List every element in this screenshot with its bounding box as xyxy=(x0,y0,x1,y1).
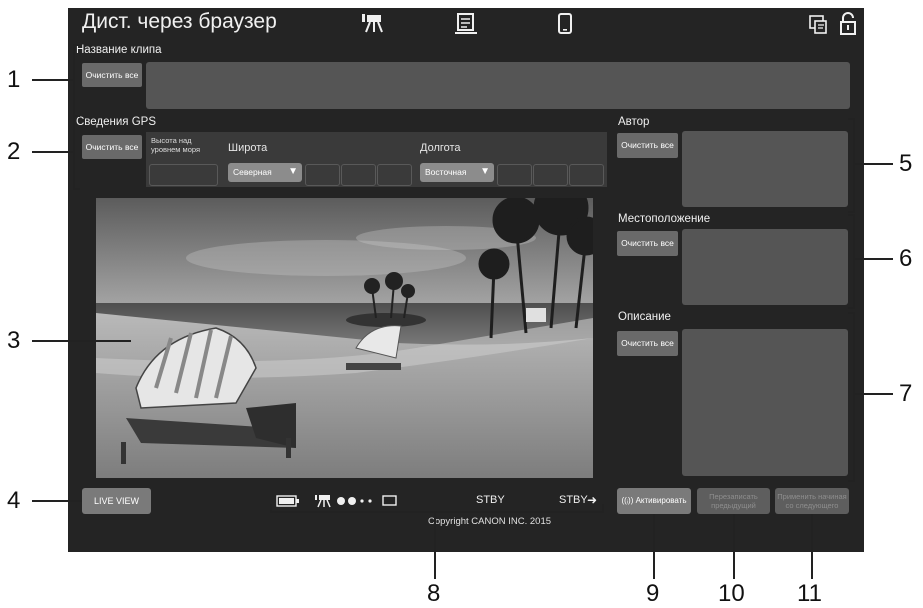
callout-line-9 xyxy=(653,514,655,579)
callout-number-9: 9 xyxy=(646,580,660,607)
latitude-label: Широта xyxy=(228,142,268,154)
callout-bracket-5 xyxy=(848,118,855,213)
callout-bracket-7 xyxy=(848,312,855,482)
activate-label: Активировать xyxy=(635,496,687,505)
callout-number-3: 3 xyxy=(7,327,21,354)
altitude-field[interactable] xyxy=(149,164,218,186)
unlock-icon[interactable] xyxy=(838,12,858,36)
author-label: Автор xyxy=(618,116,650,128)
clip-name-field[interactable] xyxy=(146,62,850,109)
description-field[interactable] xyxy=(682,329,848,476)
callout-line-3 xyxy=(32,340,131,342)
latitude-minutes-field[interactable] xyxy=(341,164,376,186)
callout-number-11: 11 xyxy=(797,580,822,607)
latitude-degrees-field[interactable] xyxy=(305,164,340,186)
page-title: Дист. через браузер xyxy=(82,10,277,33)
location-clear-button[interactable]: Очистить все xyxy=(617,231,678,256)
latitude-select-value: Северная xyxy=(233,167,272,177)
callout-line-8 xyxy=(434,511,436,579)
author-clear-button[interactable]: Очистить все xyxy=(617,133,678,158)
copyright-text: Copyright CANON INC. 2015 xyxy=(428,516,552,527)
chevron-down-icon: ▼ xyxy=(288,166,298,177)
latitude-seconds-field[interactable] xyxy=(377,164,412,186)
altitude-label: Высота над уровнем моря xyxy=(151,136,201,154)
chevron-down-icon: ▼ xyxy=(480,166,490,177)
callout-number-8: 8 xyxy=(427,580,441,607)
description-label: Описание xyxy=(618,311,671,323)
callout-number-4: 4 xyxy=(7,487,21,514)
location-label: Местоположение xyxy=(618,213,711,225)
callout-line-6 xyxy=(853,258,893,260)
latitude-select[interactable]: Северная ▼ xyxy=(228,163,302,182)
longitude-select[interactable]: Восточная ▼ xyxy=(420,163,494,182)
longitude-seconds-field[interactable] xyxy=(569,164,604,186)
callout-line-4 xyxy=(32,500,82,502)
callout-bracket-1 xyxy=(73,44,80,117)
live-view-image xyxy=(96,198,593,478)
callout-number-2: 2 xyxy=(7,138,21,165)
callout-bracket-6 xyxy=(848,214,855,309)
metadata-icon[interactable] xyxy=(452,12,480,36)
longitude-minutes-field[interactable] xyxy=(533,164,568,186)
gps-clear-button[interactable]: Очистить все xyxy=(82,135,142,159)
callout-number-7: 7 xyxy=(899,380,913,407)
callout-line-10 xyxy=(733,514,735,579)
callout-bracket-8 xyxy=(270,504,604,513)
gps-label: Сведения GPS xyxy=(76,116,157,128)
apply-from-next-button[interactable]: Применить начиная со следующего xyxy=(775,488,849,514)
overwrite-previous-button[interactable]: Перезаписать предыдущий xyxy=(697,488,770,514)
author-field[interactable] xyxy=(682,131,848,207)
callout-line-7 xyxy=(853,393,893,395)
callout-bracket-2 xyxy=(73,115,80,190)
callout-number-10: 10 xyxy=(718,580,745,607)
clip-name-label: Название клипа xyxy=(76,44,162,56)
callout-number-1: 1 xyxy=(7,66,21,93)
description-clear-button[interactable]: Очистить все xyxy=(617,331,678,356)
callout-line-5 xyxy=(853,163,893,165)
location-field[interactable] xyxy=(682,229,848,305)
callout-line-2 xyxy=(32,151,73,153)
callout-line-1 xyxy=(32,79,73,81)
longitude-label: Долгота xyxy=(420,142,461,154)
wifi-antenna-icon: ((ᵢ)) xyxy=(621,496,634,505)
movie-camera-icon[interactable] xyxy=(359,12,385,34)
callout-number-6: 6 xyxy=(899,245,913,272)
longitude-select-value: Восточная xyxy=(425,167,467,177)
longitude-degrees-field[interactable] xyxy=(497,164,532,186)
callout-number-5: 5 xyxy=(899,150,913,177)
callout-line-11 xyxy=(811,514,813,579)
smartphone-icon[interactable] xyxy=(556,12,574,36)
activate-button[interactable]: ((ᵢ)) Активировать xyxy=(617,488,691,514)
clip-name-clear-button[interactable]: Очистить все xyxy=(82,63,142,87)
remote-icon[interactable] xyxy=(807,12,829,36)
live-view-button[interactable]: LIVE VIEW xyxy=(82,488,151,514)
